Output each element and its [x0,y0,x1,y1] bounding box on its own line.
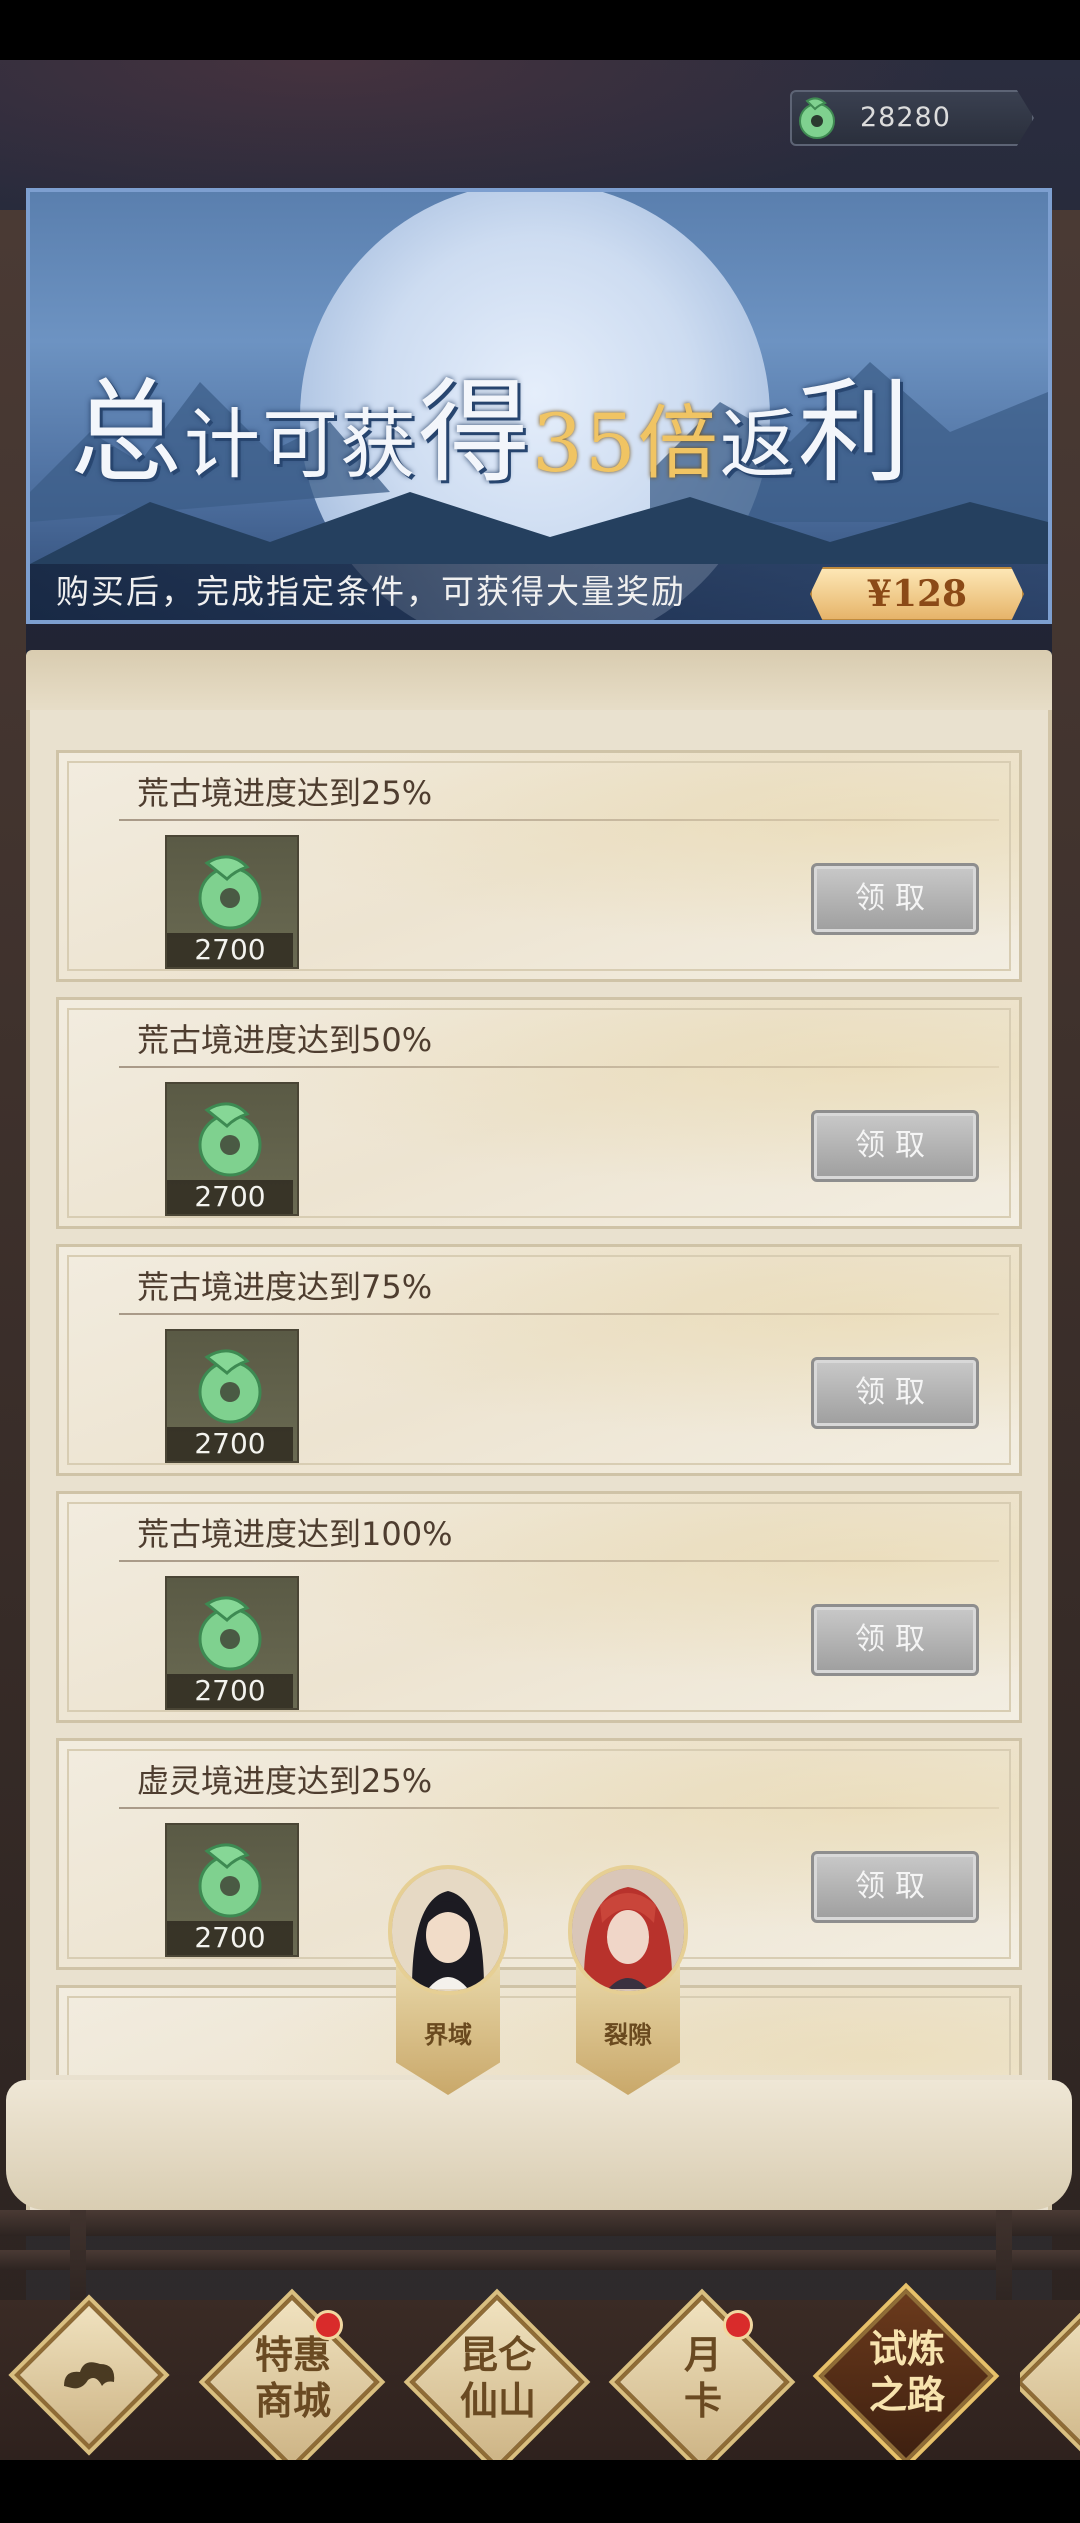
nav-next-partial[interactable] [1020,2298,1080,2460]
reward-count: 2700 [167,1180,293,1214]
rail-left [0,210,26,2310]
task-title: 荒古境进度达到50% [137,1021,433,1059]
banner-title-char-3: 得 [418,368,532,498]
character-name: 界域 [424,2020,472,2049]
nav-special-shop[interactable]: 特惠 商城 [204,2294,380,2460]
reward-count: 2700 [167,933,293,967]
notification-badge [723,2310,753,2340]
character-name: 裂隙 [604,2020,652,2049]
claim-button[interactable]: 领取 [811,1851,979,1923]
jade-icon [198,1843,262,1918]
divider [119,1313,999,1315]
reward-item[interactable]: 2700 [165,835,299,969]
task-list[interactable]: 荒古境进度达到25% 2700 领取 荒古境进度达到50% 2700 领取 荒古… [56,750,1026,2075]
rail-bottom [0,2210,1080,2236]
cloud-icon [64,2362,115,2389]
reward-count: 2700 [167,1921,293,1955]
jade-icon [198,855,262,930]
banner-title-char-5: 返 [719,400,798,489]
character-portrait [388,1865,508,1995]
reward-item[interactable]: 2700 [165,1576,299,1710]
claim-button[interactable]: 领取 [811,863,979,935]
nav-label: 昆仑 仙山 [459,2332,536,2423]
task-title: 荒古境进度达到100% [137,1515,453,1553]
promo-banner: 总计可获得35倍返利 购买后，完成指定条件，可获得大量奖励 ¥128 [26,188,1052,624]
banner-title-char-1: 总 [70,368,184,498]
task-card: 荒古境进度达到50% 2700 领取 [56,997,1022,1229]
reward-item[interactable]: 2700 [165,1823,299,1957]
nav-trial-road[interactable]: 试炼 之路 [818,2288,994,2460]
jade-icon [799,97,835,139]
game-screen: 28280 总计可获得35倍返利 购买后，完成指定条件，可获得大量奖励 ¥128… [0,60,1080,2460]
task-title: 荒古境进度达到75% [137,1268,433,1306]
claim-button[interactable]: 领取 [811,1110,979,1182]
task-card: 荒古境进度达到25% 2700 领取 [56,750,1022,982]
banner-subtitle: 购买后，完成指定条件，可获得大量奖励 [56,572,686,611]
divider [119,1066,999,1068]
task-card-partial [56,1985,1022,2075]
nav-home[interactable] [14,2300,164,2450]
claim-button[interactable]: 领取 [811,1357,979,1429]
task-title: 虚灵境进度达到25% [137,1762,433,1800]
nav-diamond [1020,2298,1080,2460]
task-card: 荒古境进度达到100% 2700 领取 [56,1491,1022,1723]
jade-icon [198,1596,262,1671]
reward-count: 2700 [167,1674,293,1708]
banner-title-char-6: 利 [797,368,912,498]
reward-item[interactable]: 2700 [165,1082,299,1216]
reward-count: 2700 [167,1427,293,1461]
task-card: 荒古境进度达到75% 2700 领取 [56,1244,1022,1476]
nav-label: 月 卡 [683,2332,722,2423]
character-portrait [568,1865,688,1995]
buy-price-button[interactable]: ¥128 [810,567,1024,620]
banner-title-multiplier: 35倍 [532,397,720,490]
banner-title-part-2: 计可获 [184,400,418,489]
banner-title: 总计可获得35倍返利 [70,342,1030,498]
nav-kunlun-mountain[interactable]: 昆仑 仙山 [409,2294,585,2460]
scroll-bottom-roll [6,2080,1072,2210]
rail-bottom-2 [0,2250,1080,2270]
claim-button[interactable]: 领取 [811,1604,979,1676]
rail-right [1052,210,1080,2310]
reward-item[interactable]: 2700 [165,1329,299,1463]
divider [119,1807,999,1809]
jade-icon [198,1349,262,1424]
task-card: 虚灵境进度达到25% 2700 领取 [56,1738,1022,1970]
currency-value: 28280 [860,102,951,133]
nav-label: 试炼 之路 [868,2326,945,2417]
nav-monthly-card[interactable]: 月 卡 [614,2294,790,2460]
notification-badge [313,2310,343,2340]
divider [119,819,999,821]
nav-label: 特惠 商城 [254,2332,331,2423]
divider [119,1560,999,1562]
jade-icon [198,1102,262,1177]
character-medal[interactable]: 界域 [388,1865,508,2095]
task-title: 荒古境进度达到25% [137,774,433,812]
character-medal[interactable]: 裂隙 [568,1865,688,2095]
